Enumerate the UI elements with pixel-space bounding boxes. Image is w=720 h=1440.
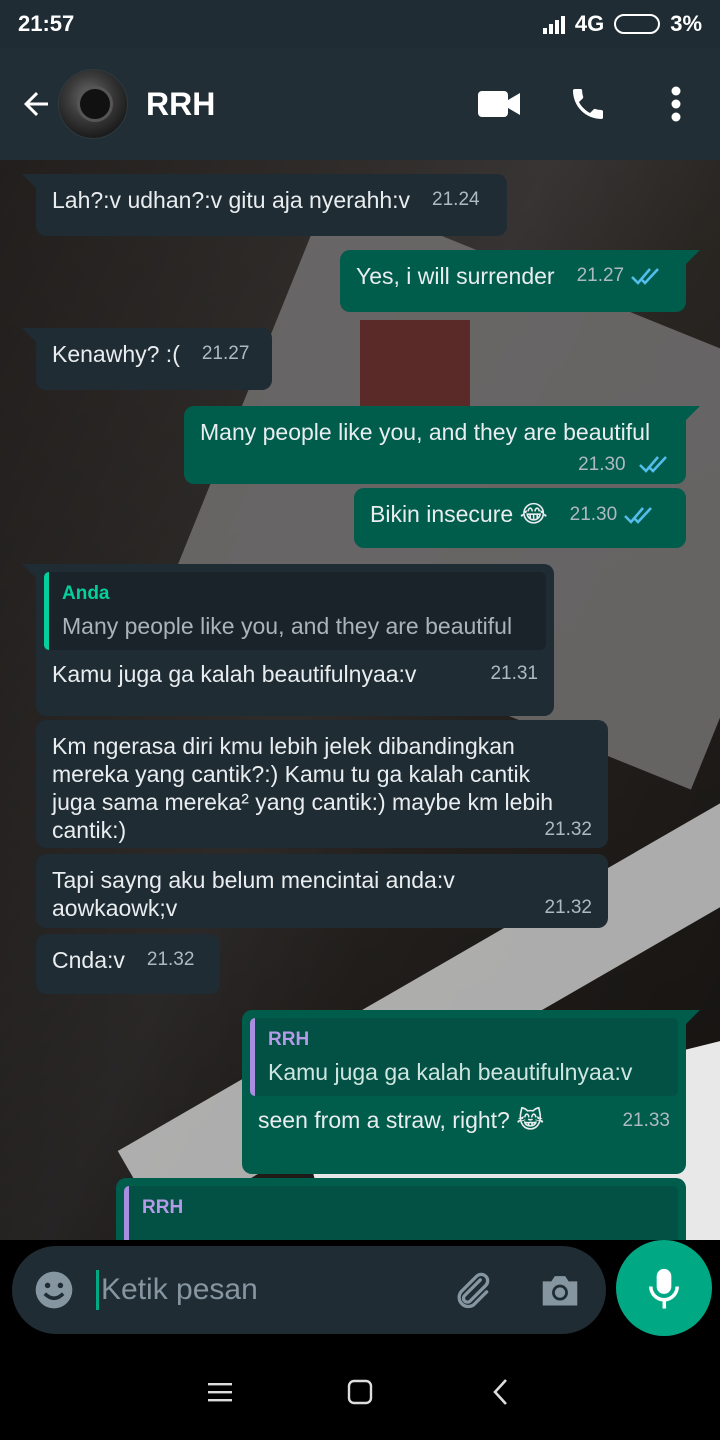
more-options-button[interactable] [646, 74, 706, 134]
message-time: 21.32 [146, 949, 195, 970]
bubble-tail [22, 328, 36, 342]
message-text: Yes, i will surrender [356, 263, 555, 289]
read-ticks-icon [631, 268, 660, 285]
video-call-button[interactable] [470, 74, 530, 134]
voice-record-button[interactable] [616, 1240, 712, 1336]
message-input[interactable]: Ketik pesan [101, 1273, 258, 1307]
message-text: Lah?:v udhan?:v gitu aja nyerahh:v [52, 187, 411, 213]
bubble-tail [686, 406, 700, 420]
signal-icon [542, 14, 565, 34]
nav-home-button[interactable] [330, 1362, 390, 1422]
battery-level: 3% [670, 11, 702, 36]
message-time: 21.32 [544, 897, 592, 918]
chat-area[interactable]: Lah?:v udhan?:v gitu aja nyerahh:v 21.24… [0, 160, 720, 1240]
message-outgoing[interactable]: Yes, i will surrender 21.27 [340, 250, 686, 312]
message-time: 21.30 [569, 504, 618, 525]
camera-button[interactable] [530, 1260, 590, 1320]
message-line: cantik:) [52, 817, 127, 843]
message-text: Kamu juga ga kalah beautifulnyaa:v [52, 661, 417, 687]
emoji-icon [35, 1271, 73, 1309]
message-incoming[interactable]: Tapi sayng aku belum mencintai anda:v ao… [36, 854, 608, 928]
back-arrow-icon [24, 92, 48, 116]
message-incoming[interactable]: Cnda:v 21.32 [36, 934, 220, 994]
nav-back-button[interactable] [470, 1362, 530, 1422]
message-time: 21.27 [576, 265, 625, 286]
message-time: 21.33 [622, 1110, 670, 1131]
message-text: Bikin insecure [370, 501, 514, 527]
message-outgoing[interactable]: Bikin insecure 😂 21.30 [354, 488, 686, 548]
quoted-message[interactable]: Anda Many people like you, and they are … [44, 572, 546, 650]
message-input-container: Ketik pesan [12, 1246, 606, 1334]
message-text: seen from a straw, right? [258, 1107, 510, 1133]
emoji-button[interactable] [26, 1262, 82, 1318]
wallpaper-shape [360, 320, 470, 410]
message-time: 21.32 [544, 819, 592, 840]
battery-icon [614, 14, 661, 34]
quote-text: Many people like you, and they are beaut… [62, 613, 513, 639]
system-nav-bar [0, 1344, 720, 1440]
cat-laughing-emoji: 😹 [516, 1107, 545, 1134]
video-call-icon [478, 91, 520, 117]
text-caret [96, 1270, 99, 1310]
read-ticks-icon [639, 456, 667, 473]
message-incoming[interactable]: Kenawhy? :( 21.27 [36, 328, 272, 390]
status-indicators: 4G 3% [542, 11, 702, 37]
message-line: mereka yang cantik?:) Kamu tu ga kalah c… [52, 761, 531, 787]
nav-home-icon [347, 1379, 373, 1405]
message-text: Kenawhy? :( [52, 341, 180, 367]
status-time: 21:57 [18, 11, 75, 36]
voice-call-button[interactable] [558, 74, 618, 134]
nav-back-icon [493, 1379, 507, 1405]
bubble-tail [22, 174, 36, 188]
message-line: Km ngerasa diri kmu lebih jelek dibandin… [52, 733, 515, 759]
message-incoming[interactable]: Anda Many people like you, and they are … [36, 564, 554, 716]
voice-call-icon [573, 89, 603, 119]
message-outgoing[interactable]: Many people like you, and they are beaut… [184, 406, 686, 484]
message-line: juga sama mereka² yang cantik:) maybe km… [52, 789, 554, 815]
attach-icon [457, 1272, 490, 1309]
nav-menu-icon [208, 1383, 232, 1402]
compose-bar: Ketik pesan [0, 1240, 720, 1344]
quote-author: Anda [62, 583, 110, 604]
message-time: 21.30 [578, 454, 626, 475]
message-outgoing[interactable]: RRH Kamu juga ga kalah beautifulnyaa:v s… [242, 1010, 686, 1174]
message-incoming[interactable]: Km ngerasa diri kmu lebih jelek dibandin… [36, 720, 608, 848]
quoted-message[interactable]: RRH [124, 1186, 678, 1240]
contact-name[interactable]: RRH [146, 86, 215, 123]
quote-text: Kamu juga ga kalah beautifulnyaa:v [268, 1059, 633, 1085]
avatar[interactable] [58, 69, 128, 139]
camera-icon [542, 1276, 578, 1306]
bubble-tail [686, 250, 700, 264]
chat-header: RRH [0, 48, 720, 160]
network-type: 4G [574, 11, 605, 36]
message-line: aowkaowk;v [52, 895, 178, 921]
more-options-icon [671, 86, 681, 122]
status-bar: 21:57 4G 3% [0, 0, 720, 48]
read-ticks-icon [624, 507, 653, 524]
quote-author: RRH [268, 1029, 310, 1050]
mic-icon [649, 1268, 679, 1309]
quoted-message[interactable]: RRH Kamu juga ga kalah beautifulnyaa:v [250, 1018, 678, 1096]
message-line: Tapi sayng aku belum mencintai anda:v [52, 867, 455, 893]
message-time: 21.31 [490, 663, 538, 684]
message-incoming[interactable]: Lah?:v udhan?:v gitu aja nyerahh:v 21.24 [36, 174, 507, 236]
message-time: 21.27 [201, 343, 250, 364]
header-actions [442, 74, 706, 134]
bubble-tail [22, 564, 36, 578]
message-text: Cnda:v [52, 947, 125, 973]
message-outgoing[interactable]: RRH [116, 1178, 686, 1240]
laughing-emoji: 😂 [519, 501, 548, 528]
quote-author: RRH [142, 1197, 184, 1218]
back-button[interactable] [6, 74, 66, 134]
bubble-tail [686, 1010, 700, 1024]
nav-menu-button[interactable] [190, 1362, 250, 1422]
message-time: 21.24 [432, 189, 480, 210]
message-text: Many people like you, and they are beaut… [200, 419, 651, 445]
attach-button[interactable] [442, 1260, 502, 1320]
